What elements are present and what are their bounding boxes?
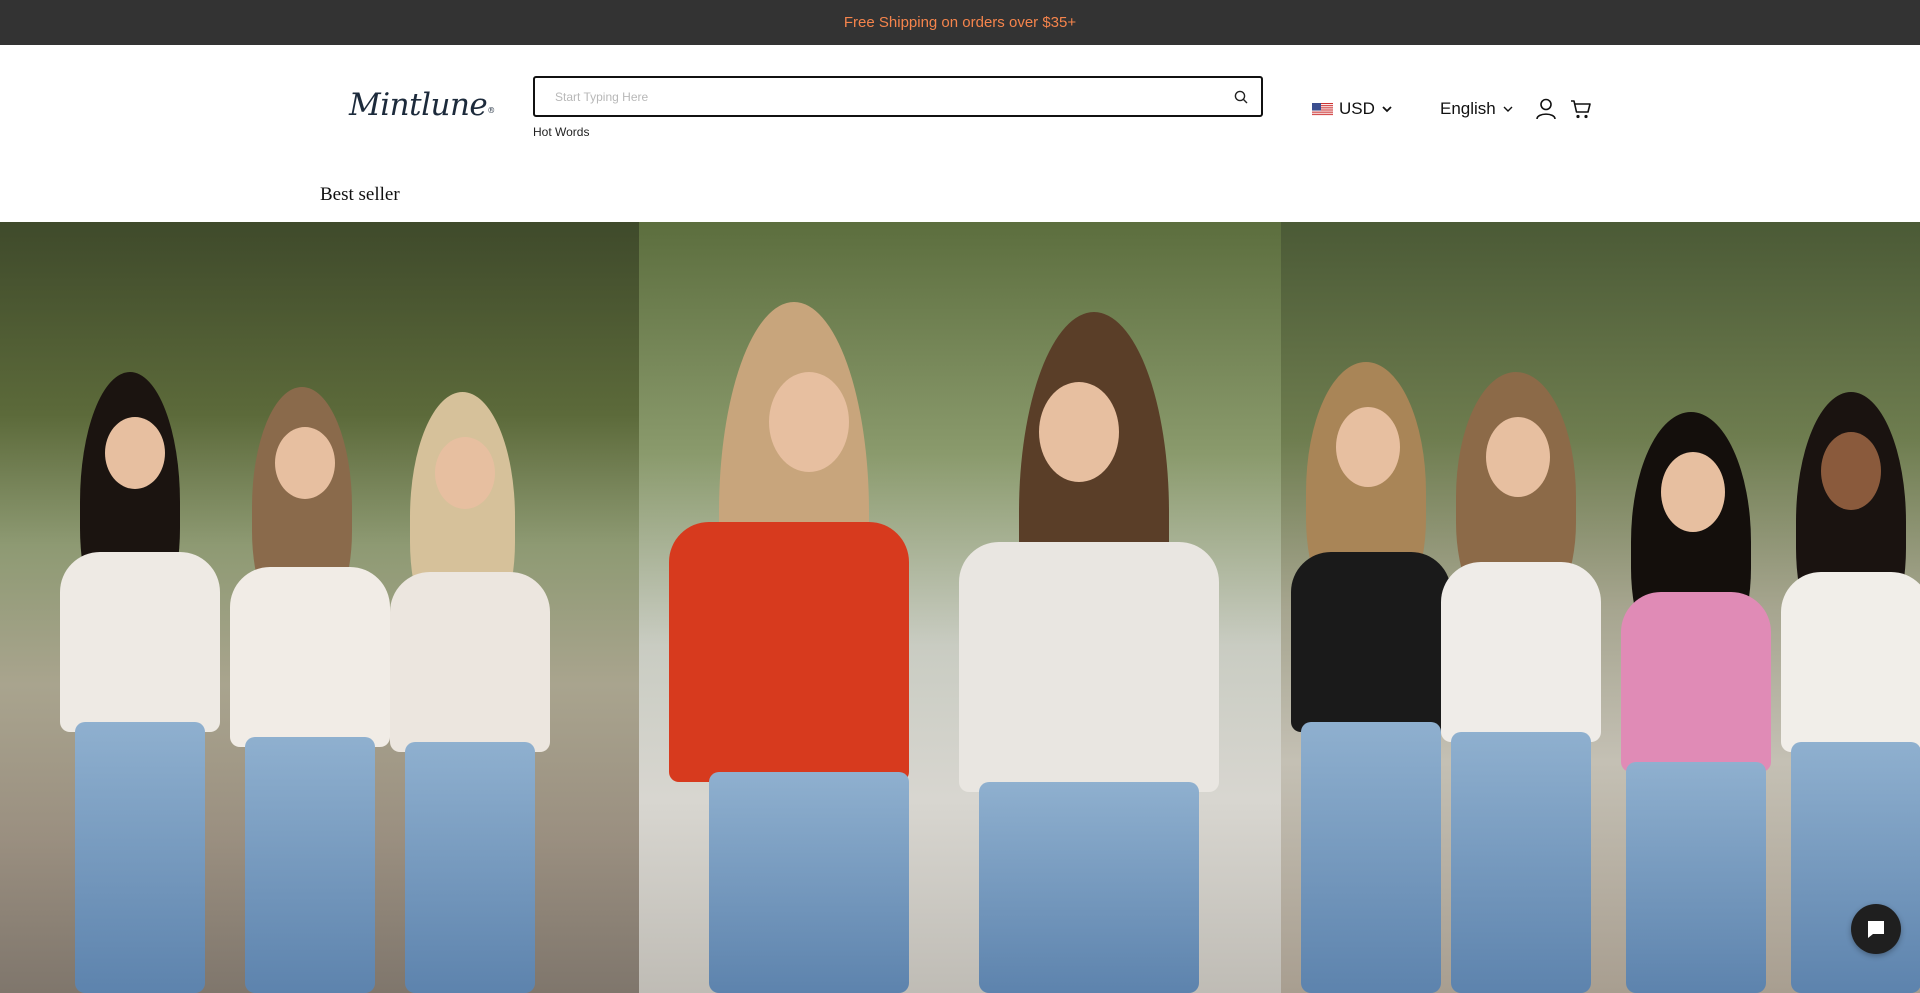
- site-header: Mintlune® Hot Words USD: [0, 45, 1920, 222]
- search-input[interactable]: [555, 87, 1195, 107]
- model-figure: [1431, 372, 1611, 993]
- model-figure: [60, 372, 220, 993]
- hot-words-label: Hot Words: [533, 125, 590, 139]
- currency-code: USD: [1339, 99, 1375, 118]
- us-flag-icon: [1312, 102, 1333, 116]
- model-figure: [1781, 392, 1920, 993]
- user-account-icon[interactable]: [1535, 97, 1557, 121]
- hero-photo-left: [0, 222, 639, 993]
- chat-button[interactable]: [1851, 904, 1901, 954]
- shopping-cart-icon[interactable]: [1569, 97, 1593, 121]
- search-bar: [533, 76, 1263, 117]
- site-logo[interactable]: Mintlune®: [349, 85, 495, 125]
- announcement-text: Free Shipping on orders over $35+: [843, 14, 1077, 31]
- language-selector[interactable]: English: [1440, 98, 1514, 120]
- chevron-down-icon: [1382, 106, 1392, 113]
- model-figure: [939, 312, 1239, 993]
- model-figure: [1611, 412, 1781, 993]
- announcement-bar: Free Shipping on orders over $35+: [0, 0, 1920, 45]
- search-icon[interactable]: [1233, 89, 1249, 105]
- hero-photo-center: [639, 222, 1281, 993]
- model-figure: [230, 387, 390, 993]
- hero-banner[interactable]: [0, 222, 1920, 993]
- currency-selector[interactable]: USD: [1312, 98, 1393, 120]
- model-figure: [390, 392, 550, 993]
- chevron-down-icon: [1503, 106, 1513, 112]
- hero-photo-right: [1281, 222, 1920, 993]
- model-figure: [649, 302, 929, 993]
- language-label: English: [1440, 99, 1496, 118]
- chat-bubble-icon: [1868, 921, 1884, 938]
- nav-item-best-seller[interactable]: Best seller: [320, 184, 400, 206]
